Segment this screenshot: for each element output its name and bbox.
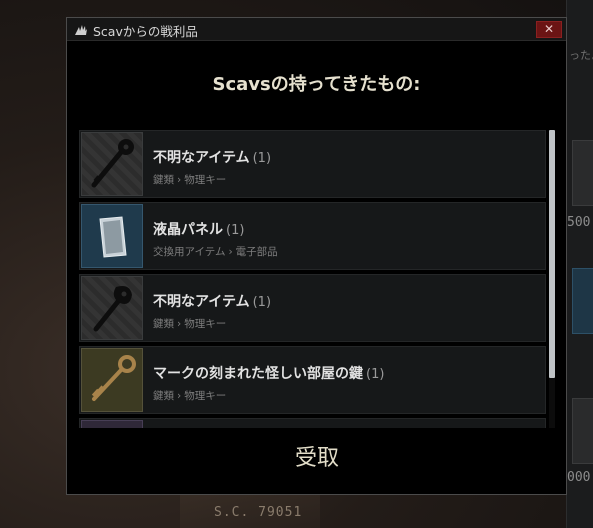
list-scrollbar-track[interactable] xyxy=(549,378,555,428)
background-stash-slot xyxy=(572,398,593,464)
close-button[interactable]: ✕ xyxy=(536,21,562,38)
loot-item-row[interactable]: 不明なアイテム (1) 鍵類 › 物理キー xyxy=(79,130,546,198)
black-key-icon xyxy=(81,132,143,196)
item-category: 鍵類 › 物理キー xyxy=(153,174,227,186)
background-number: 500 xyxy=(567,215,591,230)
lcd-panel-icon xyxy=(81,204,143,268)
loot-item-row[interactable] xyxy=(79,418,546,428)
loot-item-row[interactable]: 不明なアイテム (1) 鍵類 › 物理キー xyxy=(79,274,546,342)
dialog-titlebar[interactable]: Scavからの戦利品 ✕ xyxy=(67,18,566,41)
background-stash-slot xyxy=(572,268,593,334)
item-category: 交換用アイテム › 電子部品 xyxy=(153,246,278,258)
scav-loot-dialog: Scavからの戦利品 ✕ Scavsの持ってきたもの: 不明なアイテム (1) 鍵… xyxy=(66,17,567,495)
list-scrollbar-thumb[interactable] xyxy=(549,130,555,378)
item-count: (1) xyxy=(226,223,245,238)
item-name: 不明なアイテム (1) xyxy=(153,150,272,166)
item-category: 鍵類 › 物理キー xyxy=(153,390,227,402)
loot-item-row[interactable]: 液晶パネル (1) 交換用アイテム › 電子部品 xyxy=(79,202,546,270)
item-count: (1) xyxy=(366,367,385,382)
background-stash-slot xyxy=(572,140,593,206)
dialog-title: Scavからの戦利品 xyxy=(93,24,198,39)
brass-key-icon xyxy=(81,348,143,412)
item-category: 鍵類 › 物理キー xyxy=(153,318,227,330)
background-number: 000 xyxy=(567,470,591,485)
dialog-heading: Scavsの持ってきたもの: xyxy=(212,74,421,95)
scav-hand-icon xyxy=(74,22,88,36)
black-key-icon xyxy=(81,276,143,340)
accept-button[interactable]: 受取 xyxy=(267,442,367,476)
item-name: マークの刻まれた怪しい部屋の鍵 (1) xyxy=(153,366,385,382)
loot-item-row[interactable]: マークの刻まれた怪しい部屋の鍵 (1) 鍵類 › 物理キー xyxy=(79,346,546,414)
item-name: 液晶パネル (1) xyxy=(153,222,245,238)
item-thumbnail xyxy=(81,420,143,428)
background-hint-text: ったよ xyxy=(569,49,593,62)
item-name: 不明なアイテム (1) xyxy=(153,294,272,310)
item-count: (1) xyxy=(252,295,272,310)
loot-list[interactable]: 不明なアイテム (1) 鍵類 › 物理キー 液晶パネル (1) 交換用アイテム › 電子部品 xyxy=(79,130,547,428)
background-paper-text: S.C. 79051 xyxy=(214,505,303,520)
item-count: (1) xyxy=(252,151,272,166)
